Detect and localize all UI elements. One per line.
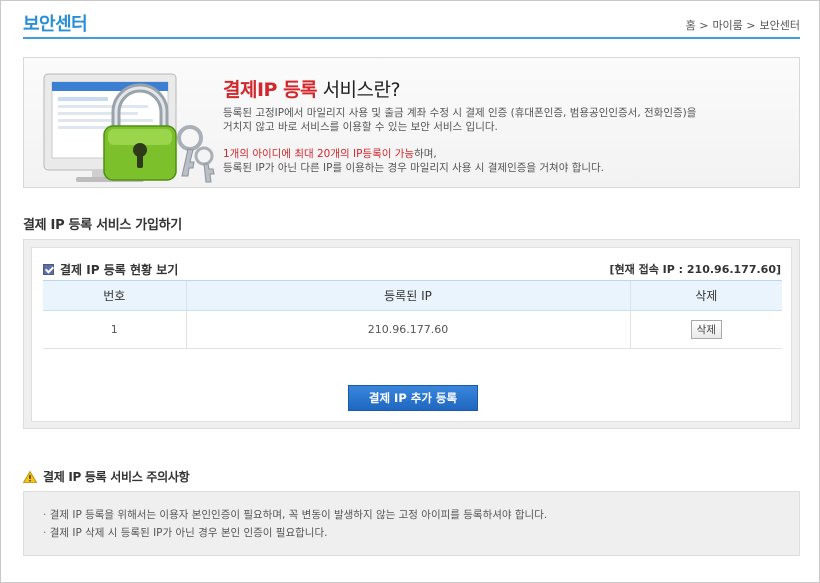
intro-desc-line-1: 등록된 고정IP에서 마일리지 사용 및 출금 계좌 수정 시 결제 인증 (휴… (223, 107, 697, 119)
intro-title-rest: 서비스란? (317, 79, 401, 101)
delete-ip-button[interactable]: 삭제 (690, 320, 722, 339)
status-label: 결제 IP 등록 현황 보기 (60, 263, 179, 277)
ip-table: 번호 등록된 IP 삭제 1 210.96.177.60 삭제 (43, 280, 782, 349)
row-number: 1 (43, 310, 186, 349)
current-ip-label: [현재 접속 IP : 210.96.177.60] (609, 263, 781, 276)
ip-table-header: 번호 등록된 IP 삭제 (43, 280, 782, 311)
add-ip-button[interactable]: 결제 IP 추가 등록 (348, 385, 478, 411)
col-header-delete: 삭제 (629, 280, 782, 311)
page-header: 보안센터 홈 > 마이룸 > 보안센터 (23, 9, 800, 39)
notice-section-title: 결제 IP 등록 서비스 주의사항 (23, 468, 190, 485)
list-item: 결제 IP 삭제 시 등록된 IP가 아닌 경우 본인 인증이 필요합니다. (43, 524, 799, 542)
intro-title: 결제IP 등록 서비스란? (223, 75, 401, 102)
intro-title-highlight: 결제IP 등록 (223, 79, 318, 101)
list-item: 결제 IP 등록을 위해서는 이용자 본인인증이 필요하며, 꼭 변동이 발생하… (43, 506, 799, 524)
status-checkbox[interactable] (43, 264, 54, 275)
intro-description: 등록된 고정IP에서 마일리지 사용 및 출금 계좌 수정 시 결제 인증 (휴… (223, 106, 783, 134)
intro-box: 결제IP 등록 서비스란? 등록된 고정IP에서 마일리지 사용 및 출금 계좌… (23, 57, 800, 188)
row-ip: 210.96.177.60 (185, 310, 630, 349)
table-row: 1 210.96.177.60 삭제 (43, 310, 782, 349)
breadcrumb: 홈 > 마이룸 > 보안센터 (686, 17, 800, 33)
row-delete-cell: 삭제 (629, 310, 782, 349)
signup-panel-inner: 결제 IP 등록 현황 보기 [현재 접속 IP : 210.96.177.60… (31, 247, 792, 422)
signup-panel: 결제 IP 등록 현황 보기 [현재 접속 IP : 210.96.177.60… (23, 239, 800, 429)
signup-section-title: 결제 IP 등록 서비스 가입하기 (23, 218, 182, 233)
intro-note-rest: 하며, (414, 148, 437, 160)
notice-box: 결제 IP 등록을 위해서는 이용자 본인인증이 필요하며, 꼭 변동이 발생하… (23, 491, 800, 556)
warning-icon (23, 470, 37, 483)
col-header-ip: 등록된 IP (185, 280, 630, 311)
breadcrumb-myroom[interactable]: 마이룸 > (712, 17, 755, 33)
intro-note-line-2: 등록된 IP가 아닌 다른 IP를 이용하는 경우 마일리지 사용 시 결제인증… (223, 162, 605, 174)
col-header-number: 번호 (43, 280, 186, 311)
notice-list: 결제 IP 등록을 위해서는 이용자 본인인증이 필요하며, 꼭 변동이 발생하… (43, 506, 799, 542)
intro-note: 1개의 아이디에 최대 20개의 IP등록이 가능하며, 등록된 IP가 아닌 … (223, 147, 783, 175)
page-title: 보안센터 (23, 14, 88, 35)
breadcrumb-security[interactable]: 보안센터 (760, 17, 800, 33)
breadcrumb-home[interactable]: 홈 > (686, 17, 709, 33)
intro-note-highlight: 1개의 아이디에 최대 20개의 IP등록이 가능 (223, 148, 415, 160)
notice-title-text: 결제 IP 등록 서비스 주의사항 (43, 470, 190, 484)
status-check-row: 결제 IP 등록 현황 보기 (43, 261, 178, 278)
monitor-padlock-illustration (43, 73, 215, 183)
intro-desc-line-2: 거치지 않고 바로 서비스를 이용할 수 있는 보안 서비스 입니다. (223, 121, 498, 133)
page-frame: 보안센터 홈 > 마이룸 > 보안센터 결제IP 등록 서비스란? 등록된 고정… (0, 0, 820, 583)
